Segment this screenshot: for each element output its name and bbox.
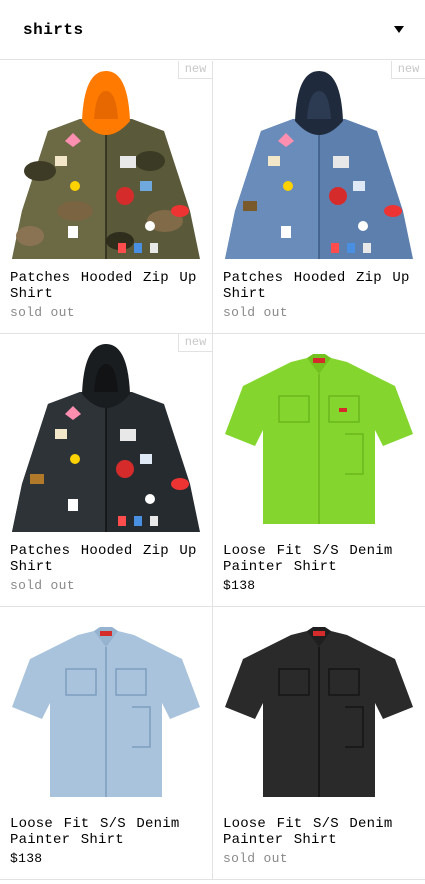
- product-card[interactable]: new Patches Hooded Zip Up Shirt sold out: [0, 334, 213, 607]
- product-status: sold out: [10, 305, 75, 320]
- product-status: sold out: [10, 578, 75, 593]
- dropdown-arrow-icon[interactable]: [394, 26, 404, 33]
- new-badge: new: [391, 61, 425, 79]
- product-name[interactable]: Patches Hooded Zip Up Shirt: [10, 543, 206, 575]
- product-card[interactable]: new Patches Hooded Zip Up Shirt sold out: [0, 61, 213, 334]
- new-badge: new: [178, 61, 212, 79]
- category-header[interactable]: shirts: [0, 0, 425, 60]
- new-badge: new: [178, 334, 212, 352]
- product-price: $138: [10, 851, 43, 866]
- product-card[interactable]: Loose Fit S/S Denim Painter Shirt sold o…: [213, 607, 425, 880]
- product-image[interactable]: [213, 334, 425, 534]
- product-image[interactable]: [213, 61, 425, 261]
- product-name[interactable]: Patches Hooded Zip Up Shirt: [223, 270, 419, 302]
- product-image[interactable]: [0, 61, 212, 261]
- product-name[interactable]: Patches Hooded Zip Up Shirt: [10, 270, 206, 302]
- product-card[interactable]: Loose Fit S/S Denim Painter Shirt $138: [213, 334, 425, 607]
- product-status: sold out: [223, 851, 288, 866]
- product-card[interactable]: Loose Fit S/S Denim Painter Shirt $138: [0, 607, 213, 880]
- product-image[interactable]: [213, 607, 425, 807]
- product-status: sold out: [223, 305, 288, 320]
- category-title[interactable]: shirts: [23, 21, 84, 39]
- product-name[interactable]: Loose Fit S/S Denim Painter Shirt: [223, 816, 419, 848]
- product-name[interactable]: Loose Fit S/S Denim Painter Shirt: [223, 543, 419, 575]
- product-image[interactable]: [0, 607, 212, 807]
- product-name[interactable]: Loose Fit S/S Denim Painter Shirt: [10, 816, 206, 848]
- product-image[interactable]: [0, 334, 212, 534]
- product-price: $138: [223, 578, 256, 593]
- product-card[interactable]: new Patches Hooded Zip Up Shirt sold out: [213, 61, 425, 334]
